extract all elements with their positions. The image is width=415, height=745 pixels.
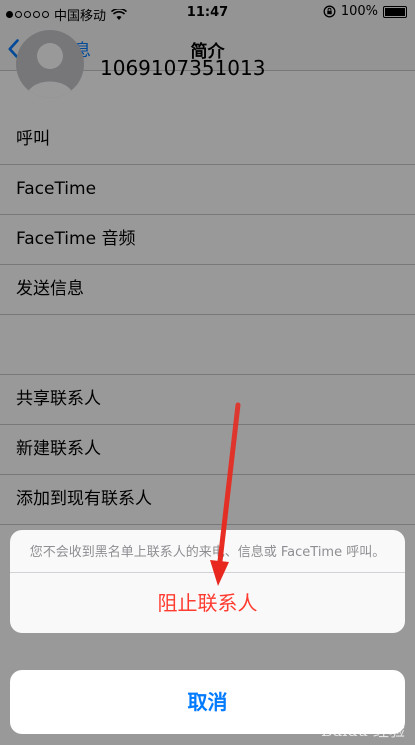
action-sheet-message: 您不会收到黑名单上联系人的来电、信息或 FaceTime 呼叫。: [10, 530, 405, 573]
block-contact-button[interactable]: 阻止联系人: [10, 573, 405, 633]
watermark-text: Baidu 经验: [320, 721, 405, 740]
dimming-overlay[interactable]: [0, 0, 415, 745]
action-sheet: 您不会收到黑名单上联系人的来电、信息或 FaceTime 呼叫。 阻止联系人: [10, 530, 405, 633]
baidu-watermark: Baidu 经验: [321, 717, 405, 741]
contact-info-screen: 中国移动 11:47 100% 详细信息 简介: [0, 0, 415, 745]
